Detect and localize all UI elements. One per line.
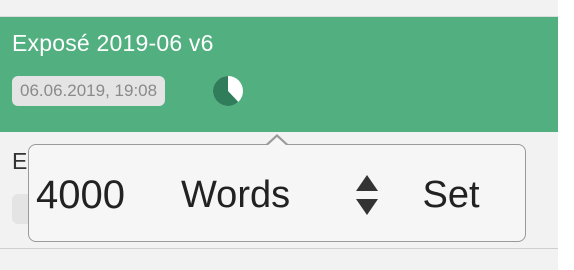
document-title-partial: E: [12, 148, 28, 174]
scrollbar-gutter[interactable]: [558, 0, 574, 270]
word-count-input[interactable]: [36, 170, 166, 220]
document-date-badge: 06.06.2019, 19:08: [12, 76, 166, 106]
list-header-strip: [0, 0, 558, 17]
popover-arrow-fill: [267, 137, 287, 146]
list-divider: [0, 248, 558, 249]
set-button[interactable]: Set: [404, 168, 498, 222]
stepper-arrows-icon: [356, 175, 378, 215]
unit-select-label: Words: [181, 174, 291, 216]
progress-pie-icon: [212, 76, 243, 106]
unit-select[interactable]: Words: [178, 170, 388, 220]
document-title: Exposé 2019-06 v6: [12, 30, 214, 56]
